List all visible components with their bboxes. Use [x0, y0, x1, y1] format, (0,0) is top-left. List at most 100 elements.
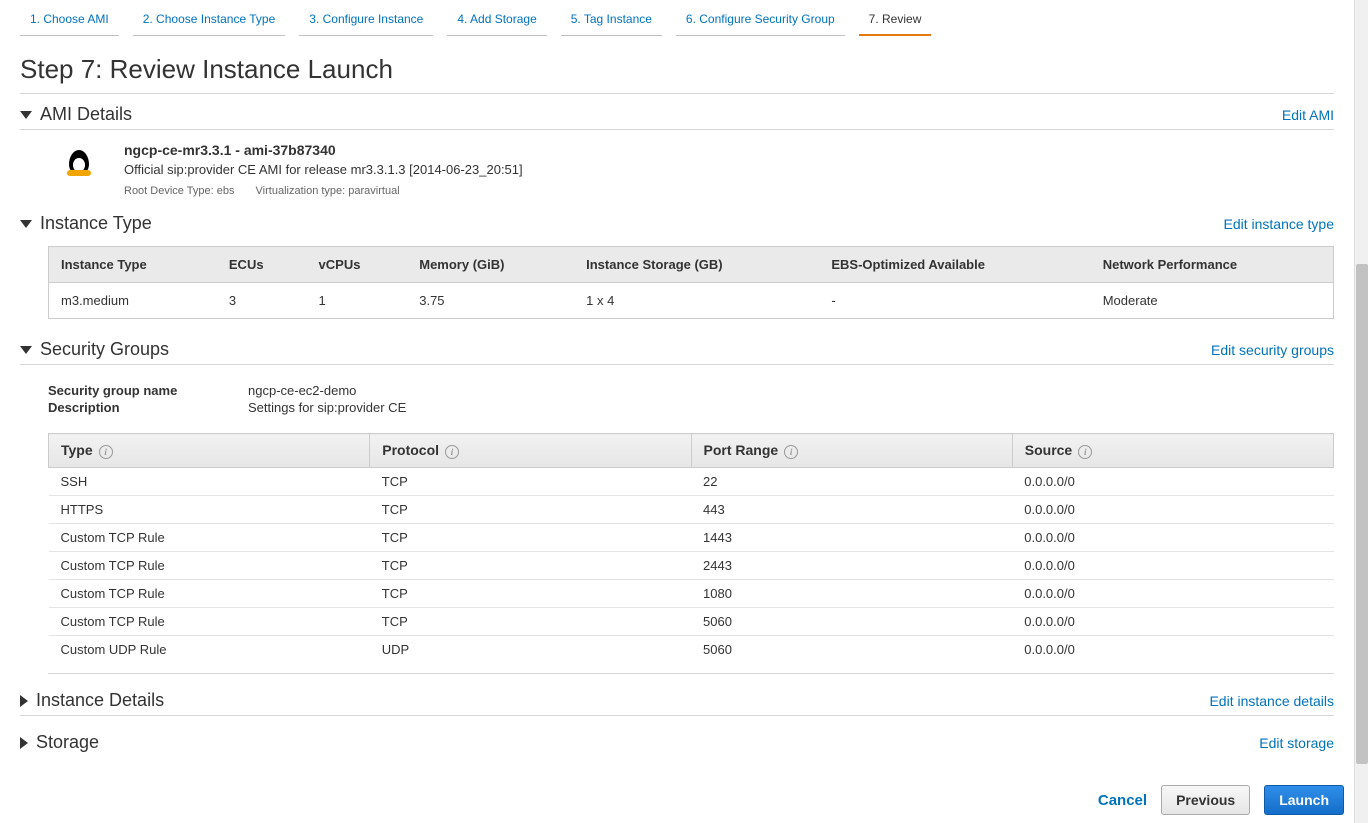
section-left: Storage — [20, 732, 99, 753]
table-header-row: Instance Type ECUs vCPUs Memory (GiB) In… — [49, 247, 1334, 283]
section-header-instance-type: Instance Type Edit instance type — [20, 211, 1334, 236]
edit-instance-type-link[interactable]: Edit instance type — [1223, 216, 1334, 232]
ami-name: ngcp-ce-mr3.3.1 - ami-37b87340 — [124, 142, 523, 158]
info-icon[interactable]: i — [784, 445, 798, 459]
section-header-storage: Storage Edit storage — [20, 730, 1334, 755]
table-row: Custom TCP RuleTCP24430.0.0.0/0 — [49, 552, 1334, 580]
main-scroll-area: 1. Choose AMI 2. Choose Instance Type 3.… — [0, 0, 1354, 823]
section-title-ami: AMI Details — [40, 104, 132, 125]
cell-memory: 3.75 — [407, 283, 574, 319]
cell-network-performance: Moderate — [1091, 283, 1334, 319]
sg-desc-label: Description — [48, 400, 248, 415]
vertical-scrollbar[interactable] — [1354, 0, 1368, 823]
table-row: Custom TCP RuleTCP10800.0.0.0/0 — [49, 580, 1334, 608]
edit-instance-details-link[interactable]: Edit instance details — [1209, 693, 1334, 709]
cell-protocol: UDP — [370, 636, 691, 664]
tab-add-storage[interactable]: 4. Add Storage — [447, 6, 546, 36]
security-rules-table: Typei Protocoli Port Rangei Sourcei SSHT… — [48, 433, 1334, 663]
section-title-instance-type: Instance Type — [40, 213, 152, 234]
cell-type: Custom TCP Rule — [49, 608, 370, 636]
launch-button[interactable]: Launch — [1264, 785, 1344, 815]
col-source: Sourcei — [1012, 434, 1333, 468]
cell-protocol: TCP — [370, 524, 691, 552]
col-type: Typei — [49, 434, 370, 468]
col-memory: Memory (GiB) — [407, 247, 574, 283]
sg-name-row: Security group name ngcp-ce-ec2-demo — [48, 383, 1334, 398]
tab-review[interactable]: 7. Review — [859, 6, 932, 36]
scrollbar-thumb[interactable] — [1356, 264, 1368, 764]
cell-source: 0.0.0.0/0 — [1012, 524, 1333, 552]
cell-instance-type: m3.medium — [49, 283, 217, 319]
cell-type: SSH — [49, 468, 370, 496]
info-icon[interactable]: i — [99, 445, 113, 459]
tab-choose-ami[interactable]: 1. Choose AMI — [20, 6, 119, 36]
cancel-link[interactable]: Cancel — [1098, 792, 1147, 809]
cell-type: Custom TCP Rule — [49, 580, 370, 608]
page-title: Step 7: Review Instance Launch — [20, 54, 1334, 85]
col-instance-storage: Instance Storage (GB) — [574, 247, 819, 283]
ami-virtualization-type: Virtualization type: paravirtual — [256, 185, 400, 197]
table-header-row: Typei Protocoli Port Rangei Sourcei — [49, 434, 1334, 468]
tab-configure-instance[interactable]: 3. Configure Instance — [299, 6, 433, 36]
info-icon[interactable]: i — [445, 445, 459, 459]
page-root: 1. Choose AMI 2. Choose Instance Type 3.… — [0, 0, 1368, 823]
cell-ecus: 3 — [217, 283, 307, 319]
chevron-right-icon[interactable] — [20, 695, 28, 707]
chevron-down-icon[interactable] — [20, 111, 32, 119]
cell-source: 0.0.0.0/0 — [1012, 580, 1333, 608]
tab-choose-instance-type[interactable]: 2. Choose Instance Type — [133, 6, 286, 36]
section-header-security-groups: Security Groups Edit security groups — [20, 337, 1334, 362]
chevron-right-icon[interactable] — [20, 737, 28, 749]
sg-name-label: Security group name — [48, 383, 248, 398]
section-title-security-groups: Security Groups — [40, 339, 169, 360]
col-instance-type: Instance Type — [49, 247, 217, 283]
section-instance-type: Instance Type Edit instance type Instanc… — [20, 211, 1334, 319]
cell-protocol: TCP — [370, 552, 691, 580]
table-row: Custom TCP RuleTCP50600.0.0.0/0 — [49, 608, 1334, 636]
cell-vcpus: 1 — [307, 283, 408, 319]
cell-port: 2443 — [691, 552, 1012, 580]
edit-security-groups-link[interactable]: Edit security groups — [1211, 342, 1334, 358]
edit-ami-link[interactable]: Edit AMI — [1282, 107, 1334, 123]
col-protocol: Protocoli — [370, 434, 691, 468]
previous-button[interactable]: Previous — [1161, 785, 1250, 815]
section-title-instance-details: Instance Details — [36, 690, 164, 711]
instance-type-table: Instance Type ECUs vCPUs Memory (GiB) In… — [48, 246, 1334, 319]
sg-name-value: ngcp-ce-ec2-demo — [248, 383, 356, 398]
section-left: Security Groups — [20, 339, 169, 360]
table-row: m3.medium 3 1 3.75 1 x 4 - Moderate — [49, 283, 1334, 319]
tab-tag-instance[interactable]: 5. Tag Instance — [561, 6, 662, 36]
table-row: Custom UDP RuleUDP50600.0.0.0/0 — [49, 636, 1334, 664]
cell-type: Custom TCP Rule — [49, 552, 370, 580]
chevron-down-icon[interactable] — [20, 346, 32, 354]
edit-storage-link[interactable]: Edit storage — [1259, 735, 1334, 751]
security-group-meta: Security group name ngcp-ce-ec2-demo Des… — [48, 383, 1334, 415]
section-security-groups: Security Groups Edit security groups Sec… — [20, 337, 1334, 674]
section-title-storage: Storage — [36, 732, 99, 753]
section-header-instance-details: Instance Details Edit instance details — [20, 688, 1334, 713]
section-storage: Storage Edit storage — [20, 730, 1334, 755]
table-row: SSHTCP220.0.0.0/0 — [49, 468, 1334, 496]
col-vcpus: vCPUs — [307, 247, 408, 283]
linux-tux-icon — [62, 142, 96, 182]
cell-protocol: TCP — [370, 608, 691, 636]
cell-protocol: TCP — [370, 468, 691, 496]
cell-type: HTTPS — [49, 496, 370, 524]
ami-block: ngcp-ce-mr3.3.1 - ami-37b87340 Official … — [20, 130, 1334, 203]
section-left: Instance Details — [20, 690, 164, 711]
ami-description: Official sip:provider CE AMI for release… — [124, 162, 523, 177]
cell-instance-storage: 1 x 4 — [574, 283, 819, 319]
section-left: Instance Type — [20, 213, 152, 234]
sg-desc-row: Description Settings for sip:provider CE — [48, 400, 1334, 415]
cell-source: 0.0.0.0/0 — [1012, 636, 1333, 664]
col-ebs-optimized: EBS-Optimized Available — [819, 247, 1090, 283]
cell-protocol: TCP — [370, 580, 691, 608]
cell-protocol: TCP — [370, 496, 691, 524]
cell-port: 1080 — [691, 580, 1012, 608]
tab-configure-security-group[interactable]: 6. Configure Security Group — [676, 6, 845, 36]
sg-bottom-divider — [48, 673, 1334, 674]
chevron-down-icon[interactable] — [20, 220, 32, 228]
col-ecus: ECUs — [217, 247, 307, 283]
section-divider — [20, 364, 1334, 365]
info-icon[interactable]: i — [1078, 445, 1092, 459]
